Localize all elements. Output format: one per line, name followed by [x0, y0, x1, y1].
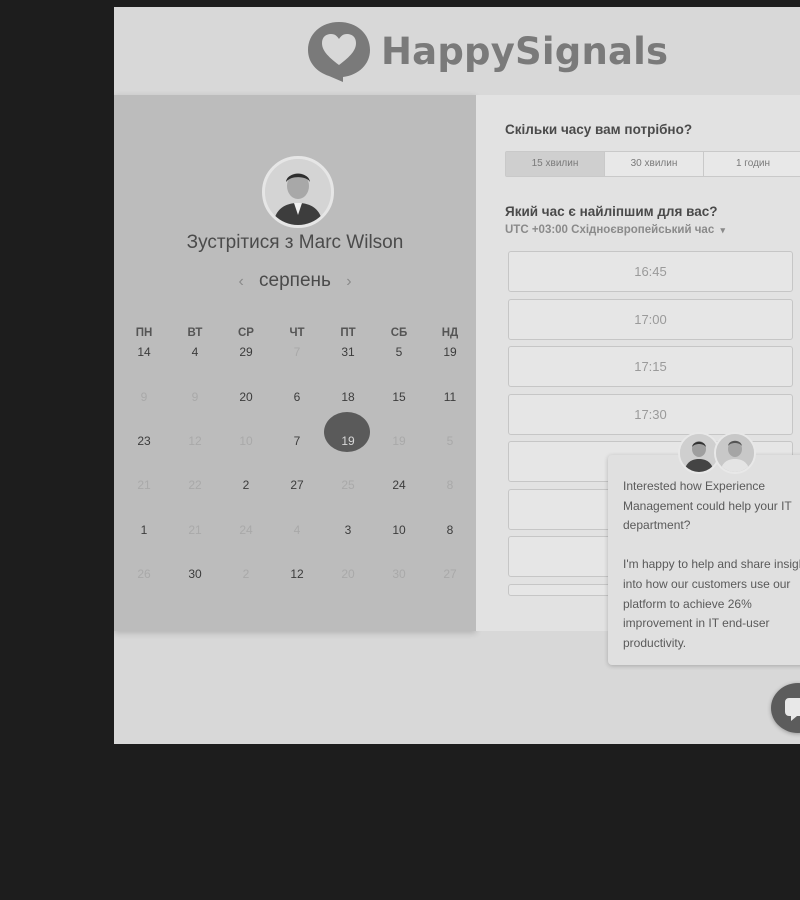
calendar-day[interactable]: 11	[430, 390, 470, 404]
duration-option-30[interactable]: 30 хвилин	[605, 152, 704, 176]
calendar-day[interactable]: 19	[430, 345, 470, 359]
calendar-day: 22	[188, 478, 202, 492]
weekday-label: СР	[238, 327, 254, 339]
calendar-day-selected[interactable]: 19	[328, 434, 368, 448]
calendar-day[interactable]: 31	[328, 345, 368, 359]
chat-bubble-icon	[785, 698, 800, 721]
time-slot[interactable]: 16:45	[508, 251, 793, 292]
calendar-day: 4	[293, 523, 301, 537]
calendar-day[interactable]: 20	[226, 390, 266, 404]
duration-selector: 15 хвилин 30 хвилин 1 годин	[505, 151, 800, 177]
chevron-left-icon[interactable]: ‹	[238, 273, 243, 290]
calendar-day: 2	[242, 567, 250, 581]
calendar-day[interactable]: 1	[124, 523, 164, 537]
weekday-label: СБ	[390, 327, 408, 339]
calendar-day: 9	[191, 390, 199, 404]
calendar-day[interactable]: 27	[277, 478, 317, 492]
chat-launcher-button[interactable]	[771, 683, 800, 733]
calendar-day[interactable]: 14	[124, 345, 164, 359]
time-slot[interactable]: 17:00	[508, 299, 793, 340]
timezone-dropdown[interactable]: UTC +03:00 Східноєвропейський час ▾	[505, 224, 725, 236]
calendar-day: 21	[188, 523, 202, 537]
calendar-day: 26	[137, 567, 151, 581]
timezone-label: UTC +03:00 Східноєвропейський час	[505, 224, 715, 236]
calendar-day: 25	[341, 478, 355, 492]
calendar-day: 30	[392, 567, 406, 581]
weekday-label: ВТ	[187, 327, 203, 339]
calendar-day: 19	[392, 434, 406, 448]
happysignals-logo: HappySignals	[305, 19, 668, 83]
calendar-day: 7	[293, 345, 301, 359]
month-navigation: ‹ серпень ›	[114, 270, 476, 292]
weekday-label: ПТ	[340, 327, 356, 339]
calendar-day[interactable]: 3	[328, 523, 368, 537]
calendar-day[interactable]: 29	[226, 345, 266, 359]
calendar-day[interactable]: 10	[379, 523, 419, 537]
calendar-day: 21	[137, 478, 151, 492]
heart-speech-bubble-icon	[308, 22, 370, 82]
calendar-day: 24	[239, 523, 253, 537]
month-label: серпень	[259, 270, 331, 291]
agent-avatar	[714, 432, 756, 474]
meeting-title: Зустрітися з Marc Wilson	[186, 232, 404, 253]
calendar-day[interactable]: 5	[379, 345, 419, 359]
calendar-day: 12	[188, 434, 202, 448]
calendar-day: 9	[140, 390, 148, 404]
calendar-day[interactable]: 4	[175, 345, 215, 359]
calendar-day: 10	[239, 434, 253, 448]
calendar-day[interactable]: 8	[430, 523, 470, 537]
time-slot[interactable]: 17:30	[508, 394, 793, 435]
caret-down-icon: ▾	[720, 225, 725, 235]
calendar-day[interactable]: 2	[226, 478, 266, 492]
calendar-day: 5	[446, 434, 454, 448]
duration-option-15[interactable]: 15 хвилин	[506, 152, 605, 176]
calendar-day[interactable]: 30	[175, 567, 215, 581]
time-slot[interactable]: 17:15	[508, 346, 793, 387]
host-avatar	[262, 156, 334, 228]
calendar-panel: Зустрітися з Marc Wilson ‹ серпень › ПН В…	[114, 95, 476, 631]
calendar-day[interactable]: 6	[277, 390, 317, 404]
chevron-right-icon[interactable]: ›	[346, 273, 351, 290]
calendar-day: 8	[446, 478, 454, 492]
duration-question: Скільки часу вам потрібно?	[505, 122, 693, 137]
calendar-day: 20	[341, 567, 355, 581]
weekday-label: НД	[441, 327, 459, 339]
time-question: Який час є найліпшим для вас?	[505, 204, 718, 219]
calendar-day[interactable]: 7	[277, 434, 317, 448]
chat-message: Interested how Experience Management cou…	[623, 479, 800, 650]
calendar-day[interactable]: 18	[328, 390, 368, 404]
weekday-label: ПН	[135, 327, 153, 339]
calendar-day[interactable]: 15	[379, 390, 419, 404]
weekday-label: ЧТ	[289, 327, 305, 339]
brand-name: HappySignals	[381, 29, 669, 73]
calendar-day[interactable]: 24	[379, 478, 419, 492]
calendar-day[interactable]: 23	[124, 434, 164, 448]
duration-option-60[interactable]: 1 годин	[704, 152, 800, 176]
chat-popup[interactable]: Interested how Experience Management cou…	[608, 455, 800, 665]
calendar-day[interactable]: 12	[277, 567, 317, 581]
calendar-day: 27	[443, 567, 457, 581]
